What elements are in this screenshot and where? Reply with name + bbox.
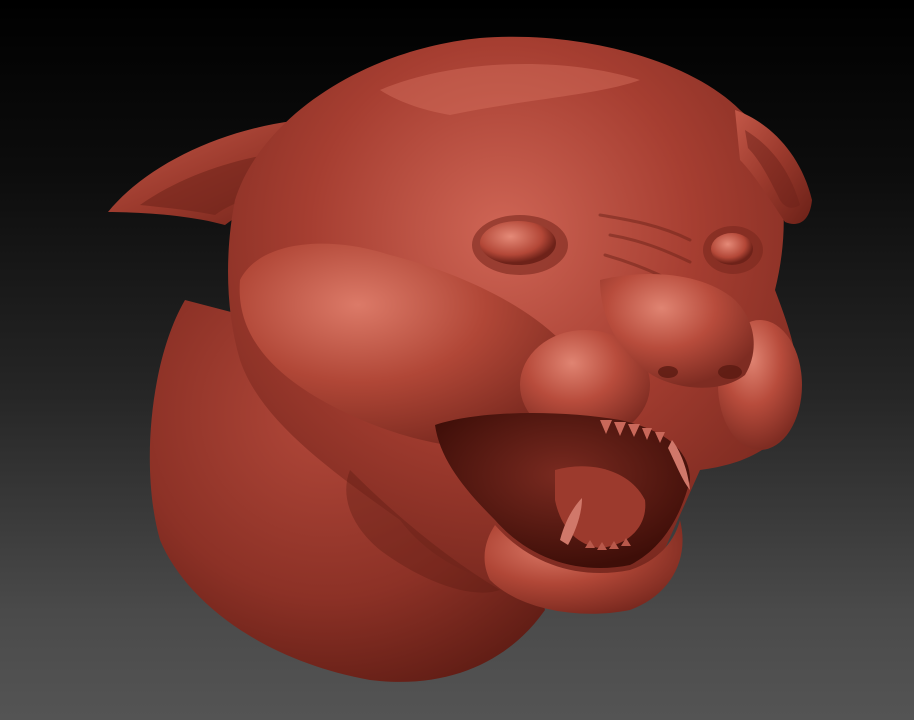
nostril-left: [658, 366, 678, 378]
render-viewport: [0, 0, 914, 720]
eye-right: [711, 233, 753, 265]
eye-left: [480, 221, 556, 265]
nostril-right: [718, 365, 742, 379]
sculpt-canvas: [108, 36, 812, 682]
